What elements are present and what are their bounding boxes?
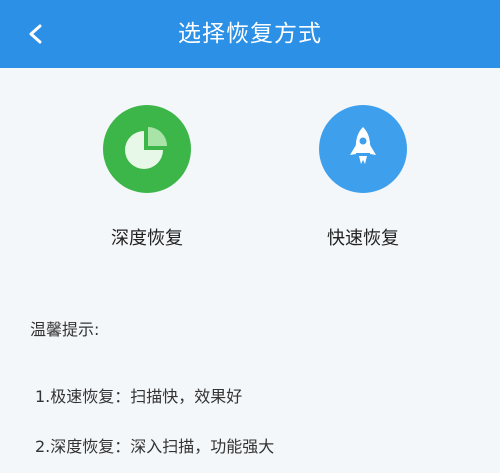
tips-title: 温馨提示: [30,320,100,339]
deep-recovery-icon-circle [103,105,191,193]
tip-item: 2.深度恢复：深入扫描，功能强大 [35,437,275,456]
top-app-bar: 选择恢复方式 [0,0,500,68]
deep-recovery-label: 深度恢复 [111,228,183,249]
quick-recovery-option[interactable]: 快速恢复 [288,105,438,255]
tip-item: 1.极速恢复：扫描快，效果好 [35,387,243,406]
page-title: 选择恢复方式 [178,21,322,47]
deep-recovery-option[interactable]: 深度恢复 [72,105,222,255]
pie-chart-icon [125,127,167,169]
quick-recovery-label: 快速恢复 [327,228,399,249]
rocket-icon [350,127,376,164]
quick-recovery-icon-circle [319,105,407,193]
